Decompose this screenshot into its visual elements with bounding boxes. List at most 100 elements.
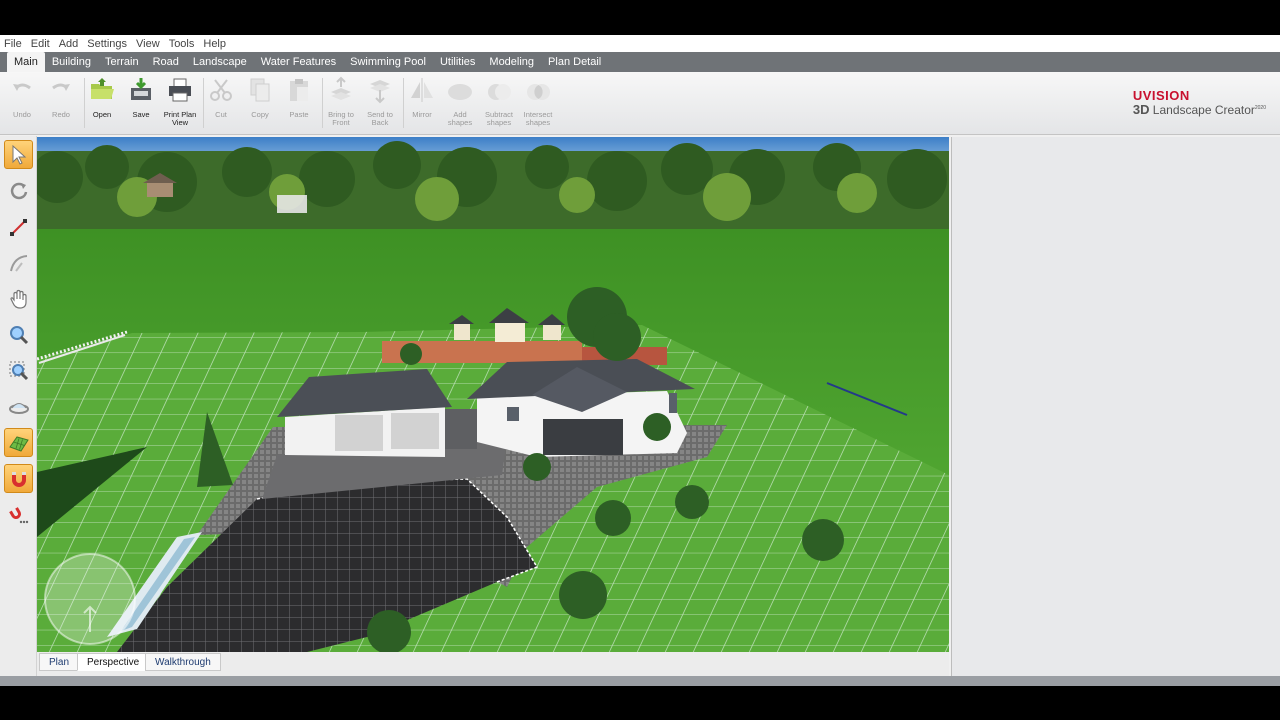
tab-water-features[interactable]: Water Features (254, 52, 343, 72)
menu-tools[interactable]: Tools (169, 38, 195, 50)
paste-icon (290, 79, 308, 101)
brand-logo: UVISION 3D Landscape Creator2020 (1133, 88, 1266, 117)
view-mode-tabs: Plan Perspective Walkthrough (37, 652, 949, 676)
send-to-back-button[interactable]: Send to Back (360, 76, 400, 127)
menu-edit[interactable]: Edit (31, 38, 50, 50)
tab-walkthrough-view[interactable]: Walkthrough (145, 653, 221, 671)
print-label: Print Plan View (163, 110, 197, 127)
select-tool-button[interactable] (4, 140, 33, 169)
printer-icon (169, 78, 191, 102)
menu-file[interactable]: File (4, 38, 22, 50)
menu-settings[interactable]: Settings (87, 38, 127, 50)
snap-toggle-button[interactable] (4, 464, 33, 493)
properties-panel (951, 137, 1280, 676)
paste-label: Paste (289, 110, 309, 119)
send-to-back-icon (370, 80, 390, 104)
mirror-button[interactable]: Mirror (402, 76, 442, 119)
save-label: Save (132, 110, 150, 119)
orbit-tool-button[interactable] (4, 392, 33, 421)
brand-year: 2020 (1254, 105, 1266, 111)
rotate-tool-button[interactable] (4, 176, 33, 205)
ribbon-toolbar: Undo Redo Open Save Print Plan View Cut … (0, 72, 1280, 135)
brand-company: UVISION (1132, 88, 1190, 103)
folder-open-icon (91, 78, 114, 99)
cut-button[interactable]: Cut (201, 76, 241, 119)
draw-line-icon (9, 218, 27, 236)
tab-modeling[interactable]: Modeling (482, 52, 541, 72)
copy-label: Copy (251, 110, 269, 119)
zoom-area-tool-button[interactable] (4, 356, 33, 385)
curve-icon (9, 254, 27, 272)
add-shapes-button[interactable]: Add shapes (440, 76, 480, 127)
undo-label: Undo (13, 110, 31, 119)
draw-line-tool-button[interactable] (4, 212, 33, 241)
menu-bar: File Edit Add Settings View Tools Help (0, 35, 1280, 52)
tab-plan-detail[interactable]: Plan Detail (541, 52, 608, 72)
brand-product-name: Landscape Creator (1149, 103, 1255, 117)
redo-label: Redo (52, 110, 70, 119)
zoom-tool-button[interactable] (4, 320, 33, 349)
subtract-shapes-button[interactable]: Subtract shapes (479, 76, 519, 127)
subtract-shapes-icon (488, 84, 511, 100)
tab-building[interactable]: Building (45, 52, 98, 72)
grid-icon (8, 435, 29, 452)
copy-button[interactable]: Copy (240, 76, 280, 119)
snap-settings-icon (8, 506, 28, 523)
paste-button[interactable]: Paste (279, 76, 319, 119)
orbit-icon (8, 402, 29, 414)
send-to-back-label: Send to Back (367, 110, 393, 127)
add-shapes-icon (448, 84, 472, 100)
zoom-icon (9, 325, 28, 344)
app-window: File Edit Add Settings View Tools Help M… (0, 35, 1280, 686)
menu-view[interactable]: View (136, 38, 160, 50)
mirror-icon (411, 78, 433, 102)
mirror-label: Mirror (412, 110, 432, 119)
tab-terrain[interactable]: Terrain (98, 52, 146, 72)
scissors-icon (210, 79, 232, 101)
save-button[interactable]: Save (121, 76, 161, 119)
undo-button[interactable]: Undo (2, 76, 42, 119)
hand-pan-icon (9, 289, 27, 309)
menu-help[interactable]: Help (203, 38, 226, 50)
left-tool-strip (0, 136, 37, 676)
redo-button[interactable]: Redo (41, 76, 81, 119)
brand-product: 3D Landscape Creator2020 (1133, 102, 1266, 117)
print-plan-view-button[interactable]: Print Plan View (160, 76, 200, 127)
snap-magnet-icon (11, 471, 26, 487)
intersect-shapes-label: Intersect shapes (523, 110, 553, 127)
zoom-area-icon (9, 361, 28, 380)
ribbon-tab-bar: Main Building Terrain Road Landscape Wat… (0, 52, 1280, 72)
tab-swimming-pool[interactable]: Swimming Pool (343, 52, 433, 72)
snap-settings-button[interactable] (4, 500, 33, 529)
tab-landscape[interactable]: Landscape (186, 52, 254, 72)
redo-icon (52, 83, 70, 91)
save-icon (131, 78, 151, 100)
bring-to-front-button[interactable]: Bring to Front (321, 76, 361, 127)
status-bar (0, 676, 1280, 686)
scene-render (37, 137, 949, 652)
open-button[interactable]: Open (82, 76, 122, 119)
undo-icon (13, 83, 31, 91)
tab-road[interactable]: Road (146, 52, 186, 72)
grid-toggle-button[interactable] (4, 428, 33, 457)
bring-to-front-icon (331, 76, 351, 100)
subtract-shapes-label: Subtract shapes (485, 110, 513, 127)
tab-perspective-view[interactable]: Perspective (77, 653, 150, 671)
add-shapes-label: Add shapes (447, 110, 473, 127)
tab-main[interactable]: Main (7, 52, 45, 72)
rotate-icon (10, 182, 27, 199)
select-arrow-icon (12, 144, 26, 165)
open-label: Open (92, 110, 112, 119)
cut-label: Cut (215, 110, 227, 119)
bring-to-front-label: Bring to Front (328, 110, 354, 127)
brand-product-prefix: 3D (1132, 102, 1150, 117)
intersect-shapes-icon (527, 84, 550, 100)
intersect-shapes-button[interactable]: Intersect shapes (518, 76, 558, 127)
curve-tool-button[interactable] (4, 248, 33, 277)
pan-tool-button[interactable] (4, 284, 33, 313)
menu-add[interactable]: Add (59, 38, 79, 50)
tab-plan-view[interactable]: Plan (39, 653, 80, 671)
3d-perspective-viewport[interactable] (37, 137, 949, 652)
tab-utilities[interactable]: Utilities (433, 52, 482, 72)
copy-icon (250, 78, 270, 102)
